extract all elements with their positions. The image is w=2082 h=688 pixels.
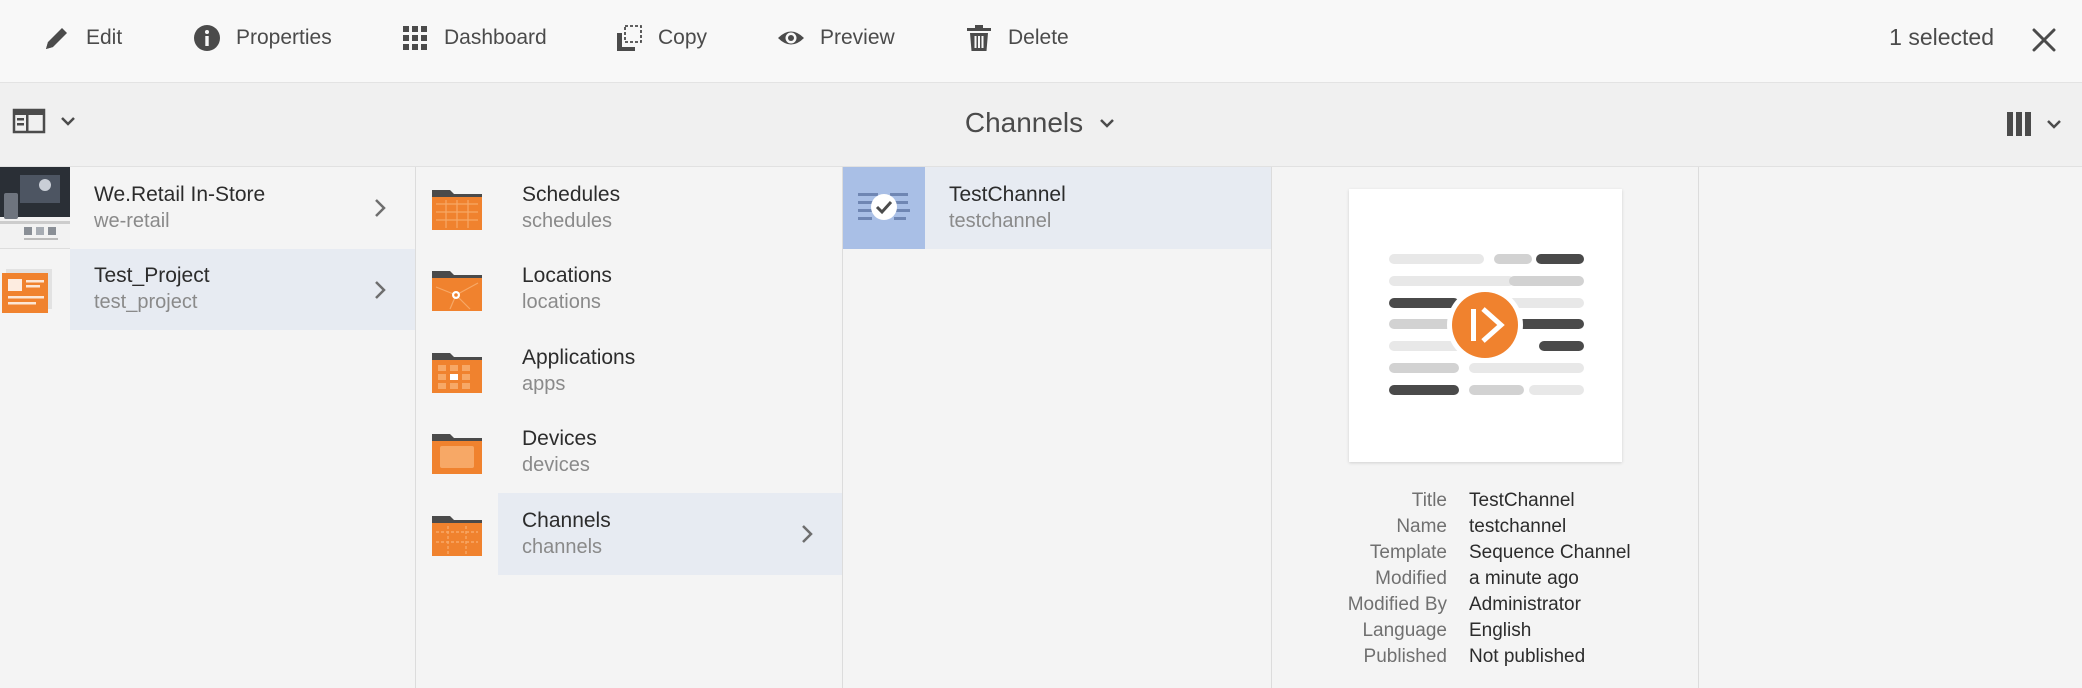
chevron-down-icon: [2047, 120, 2061, 129]
eye-icon: [774, 21, 808, 55]
property-value: Administrator: [1469, 594, 1581, 615]
folder-icon: [416, 411, 498, 493]
projects-column: We.Retail In-Store we-retail Test_Projec…: [0, 167, 416, 688]
list-item-title: TestChannel: [949, 182, 1066, 206]
properties-list: Title TestChannel Name testchannel Templat…: [1272, 488, 1699, 670]
list-item[interactable]: Applications apps: [416, 330, 842, 412]
property-key: Title: [1411, 490, 1447, 511]
property-row: Modified a minute ago: [1272, 566, 1699, 592]
list-item-title: Test_Project: [94, 264, 210, 288]
action-bar: Edit Properties Dashboard Copy Preview D…: [0, 0, 2082, 83]
info-icon: [190, 21, 224, 55]
property-row: Name testchannel: [1272, 514, 1699, 540]
close-icon[interactable]: [2030, 26, 2058, 54]
chevron-down-icon: [1100, 119, 1115, 128]
edit-button[interactable]: Edit: [40, 18, 122, 58]
chevron-right-icon: [375, 199, 386, 217]
title-bar: Channels: [0, 83, 2082, 167]
property-value: testchannel: [1469, 516, 1567, 537]
list-item-title: Devices: [522, 427, 597, 451]
preview-label: Preview: [820, 26, 895, 49]
property-key: Modified: [1375, 568, 1447, 589]
preview-column: Title TestChannel Name testchannel Templat…: [1272, 167, 1699, 688]
copy-button[interactable]: Copy: [612, 18, 707, 58]
list-item[interactable]: Locations locations: [416, 248, 842, 330]
list-item-title: Channels: [522, 508, 611, 532]
folder-icon: [416, 330, 498, 412]
property-key: Modified By: [1347, 594, 1447, 615]
dashboard-label: Dashboard: [444, 26, 547, 49]
property-value: Sequence Channel: [1469, 542, 1631, 563]
list-item-title: We.Retail In-Store: [94, 182, 266, 206]
dashboard-button[interactable]: Dashboard: [398, 18, 547, 58]
list-item-name: locations: [522, 291, 601, 314]
copy-icon: [612, 21, 646, 55]
property-key: Template: [1369, 542, 1447, 563]
list-item-name: test_project: [94, 291, 198, 314]
property-row: Title TestChannel: [1272, 488, 1699, 514]
property-value: English: [1469, 620, 1532, 641]
property-row: Published Not published: [1272, 644, 1699, 670]
list-item-title: Applications: [522, 345, 636, 369]
delete-button[interactable]: Delete: [962, 18, 1069, 58]
page-title-label: Channels: [964, 107, 1084, 138]
property-key: Language: [1362, 620, 1447, 641]
selection-count: 1 selected: [1889, 24, 1994, 50]
list-item-title: Schedules: [522, 182, 621, 206]
project-thumbnail: [0, 248, 70, 330]
folders-column: Schedules schedules Locations locations: [416, 167, 843, 688]
list-item-name: schedules: [522, 209, 613, 232]
property-key: Name: [1396, 516, 1447, 537]
selection-checkbox[interactable]: [843, 167, 925, 249]
folder-icon: [416, 493, 498, 575]
preview-button[interactable]: Preview: [774, 18, 895, 58]
list-item-name: apps: [522, 372, 566, 395]
property-value: TestChannel: [1469, 490, 1575, 511]
property-row: Modified By Administrator: [1272, 592, 1699, 618]
property-key: Published: [1363, 646, 1447, 667]
edit-label: Edit: [86, 26, 123, 49]
pencil-icon: [40, 21, 74, 55]
trash-icon: [962, 21, 996, 55]
list-item[interactable]: Test_Project test_project: [0, 248, 415, 330]
view-switcher[interactable]: [2004, 109, 2064, 139]
page-title[interactable]: Channels: [965, 107, 1117, 139]
folder-icon: [416, 167, 498, 249]
project-thumbnail: [0, 167, 70, 249]
properties-label: Properties: [236, 26, 332, 49]
properties-button[interactable]: Properties: [190, 18, 332, 58]
column-view: We.Retail In-Store we-retail Test_Projec…: [0, 167, 2082, 688]
list-item[interactable]: Channels channels: [416, 493, 842, 575]
property-value: a minute ago: [1469, 568, 1579, 589]
list-item[interactable]: Schedules schedules: [416, 167, 842, 249]
copy-label: Copy: [658, 26, 708, 49]
property-row: Language English: [1272, 618, 1699, 644]
folder-icon: [416, 248, 498, 330]
delete-label: Delete: [1008, 26, 1069, 49]
list-item[interactable]: Devices devices: [416, 411, 842, 493]
list-item-name: testchannel: [949, 209, 1052, 232]
chevron-right-icon: [802, 525, 813, 543]
list-item-name: channels: [522, 535, 603, 558]
channel-preview-thumbnail: [1349, 189, 1622, 462]
list-item[interactable]: TestChannel testchannel: [843, 167, 1271, 249]
column-view-icon: [2007, 112, 2031, 136]
list-item-name: we-retail: [94, 209, 170, 232]
list-item-name: devices: [522, 454, 590, 477]
chevron-right-icon: [375, 280, 386, 299]
list-item[interactable]: We.Retail In-Store we-retail: [0, 167, 415, 249]
property-row: Template Sequence Channel: [1272, 540, 1699, 566]
list-item-title: Locations: [522, 264, 612, 288]
grid-icon: [398, 21, 432, 55]
channels-column: TestChannel testchannel: [843, 167, 1272, 688]
property-value: Not published: [1469, 646, 1586, 667]
